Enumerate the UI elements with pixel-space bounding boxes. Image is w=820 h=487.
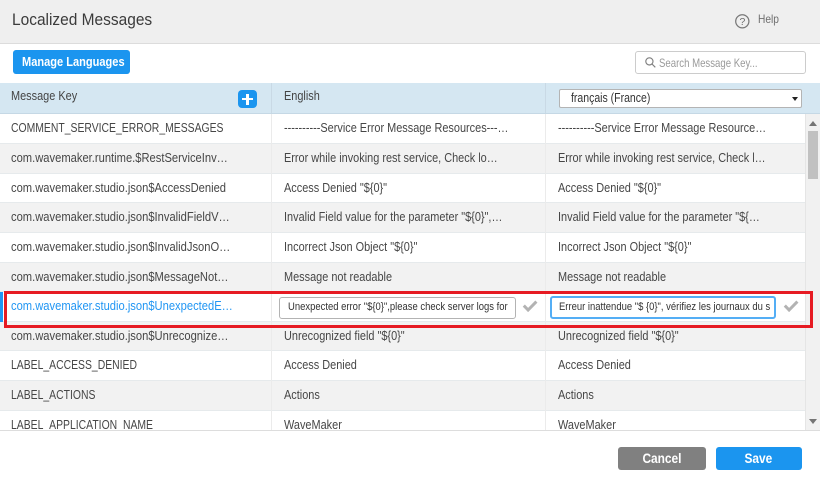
svg-text:?: ? bbox=[739, 16, 745, 28]
